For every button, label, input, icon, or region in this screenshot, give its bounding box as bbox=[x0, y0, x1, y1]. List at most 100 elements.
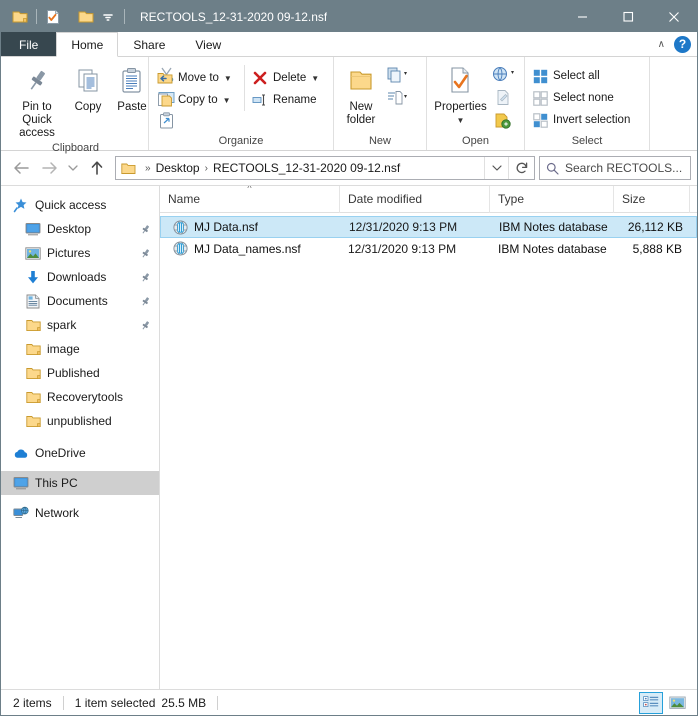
table-row[interactable]: MJ Data.nsf 12/31/2020 9:13 PM IBM Notes… bbox=[160, 216, 697, 238]
sidebar-item-published[interactable]: Published bbox=[1, 361, 159, 385]
sidebar-item-label: OneDrive bbox=[35, 446, 86, 460]
edit-icon[interactable] bbox=[489, 86, 519, 108]
breadcrumb-item-current[interactable]: RECTOOLS_12-31-2020 09-12.nsf bbox=[210, 159, 403, 177]
sidebar-item-recoverytools[interactable]: Recoverytools bbox=[1, 385, 159, 409]
folder-icon bbox=[25, 367, 41, 380]
back-button[interactable] bbox=[7, 155, 35, 181]
rename-button[interactable]: Rename bbox=[249, 89, 324, 111]
qat-divider-3 bbox=[124, 9, 125, 24]
history-icon[interactable] bbox=[489, 109, 519, 131]
chevron-down-icon[interactable]: ▼ bbox=[457, 114, 465, 127]
pin-icon[interactable] bbox=[140, 272, 151, 283]
address-box[interactable]: » Desktop › RECTOOLS_12-31-2020 09-12.ns… bbox=[115, 156, 535, 180]
tab-file[interactable]: File bbox=[1, 32, 57, 56]
sidebar-item-label: Published bbox=[47, 366, 100, 380]
file-size-cell: 26,112 KB bbox=[627, 220, 683, 234]
new-folder-button[interactable]: New folder bbox=[339, 61, 383, 127]
copy-to-icon bbox=[158, 93, 172, 107]
notes-database-icon bbox=[173, 241, 188, 256]
new-folder-label-1: New bbox=[349, 101, 373, 113]
pin-icon[interactable] bbox=[140, 320, 151, 331]
chevron-down-icon[interactable]: ▼ bbox=[223, 96, 231, 105]
tab-share[interactable]: Share bbox=[118, 32, 181, 56]
large-icons-view-button[interactable] bbox=[665, 692, 689, 714]
sidebar-item-onedrive[interactable]: OneDrive bbox=[1, 441, 159, 465]
main-area: Quick access Desktop Pictures Downloads … bbox=[1, 185, 697, 689]
sidebar-item-desktop[interactable]: Desktop bbox=[1, 217, 159, 241]
chevron-down-icon[interactable]: ▼ bbox=[311, 74, 319, 83]
up-button[interactable] bbox=[83, 155, 111, 181]
new-folder-icon[interactable] bbox=[75, 6, 97, 28]
refresh-button[interactable] bbox=[508, 157, 534, 179]
sidebar-item-downloads[interactable]: Downloads bbox=[1, 265, 159, 289]
new-item-icon[interactable] bbox=[383, 64, 413, 86]
properties-label: Properties bbox=[434, 101, 487, 113]
rename-label: Rename bbox=[273, 94, 317, 106]
column-name[interactable]: ^ Name bbox=[160, 185, 340, 213]
pictures-icon bbox=[25, 246, 41, 260]
collapse-ribbon-button[interactable]: ∧ bbox=[656, 39, 667, 50]
pin-icon[interactable] bbox=[140, 248, 151, 259]
pin-to-quick-access-label-2: access bbox=[19, 127, 55, 139]
sidebar-item-image[interactable]: image bbox=[1, 337, 159, 361]
copy-to-button[interactable]: Copy to ▼ bbox=[154, 89, 244, 111]
select-all-icon bbox=[533, 69, 548, 83]
recent-locations-button[interactable] bbox=[63, 155, 83, 181]
copy-button[interactable]: Copy bbox=[66, 61, 110, 114]
column-type[interactable]: Type bbox=[490, 185, 614, 213]
sidebar-item-unpublished[interactable]: unpublished bbox=[1, 409, 159, 433]
sidebar-item-quick-access[interactable]: Quick access bbox=[1, 193, 159, 217]
easy-access-icon[interactable] bbox=[383, 87, 413, 109]
breadcrumb-overflow[interactable]: » bbox=[144, 163, 152, 174]
minimize-button[interactable] bbox=[559, 1, 605, 32]
folder-icon bbox=[25, 319, 41, 332]
paste-button[interactable]: Paste bbox=[110, 61, 154, 114]
search-box[interactable]: Search RECTOOLS... bbox=[539, 156, 691, 180]
select-none-button[interactable]: Select none bbox=[530, 87, 635, 109]
sidebar-item-spark[interactable]: spark bbox=[1, 313, 159, 337]
properties-button[interactable]: Properties ▼ bbox=[432, 61, 489, 127]
move-to-button[interactable]: Move to ▼ bbox=[154, 67, 244, 89]
select-all-button[interactable]: Select all bbox=[530, 65, 635, 87]
table-row[interactable]: MJ Data_names.nsf 12/31/2020 9:13 PM IBM… bbox=[160, 238, 697, 259]
address-dropdown-button[interactable] bbox=[484, 157, 508, 179]
column-headers: ^ Name Date modified Type Size bbox=[160, 185, 697, 213]
select-all-label: Select all bbox=[553, 70, 600, 82]
pin-icon bbox=[22, 64, 52, 98]
sidebar-item-label: Quick access bbox=[35, 198, 107, 212]
folder-icon[interactable] bbox=[9, 6, 31, 28]
chevron-down-icon[interactable]: ▼ bbox=[224, 74, 232, 83]
properties-icon[interactable] bbox=[42, 6, 64, 28]
pin-icon[interactable] bbox=[140, 224, 151, 235]
tab-view[interactable]: View bbox=[180, 32, 237, 56]
pin-to-quick-access-button[interactable]: Pin to Quick access bbox=[8, 61, 66, 140]
sidebar-item-this-pc[interactable]: This PC bbox=[1, 471, 159, 495]
sidebar-item-pictures[interactable]: Pictures bbox=[1, 241, 159, 265]
file-name-text: MJ Data.nsf bbox=[194, 220, 259, 234]
invert-selection-label: Invert selection bbox=[553, 114, 631, 126]
folder-icon bbox=[25, 415, 41, 428]
sidebar-item-documents[interactable]: Documents bbox=[1, 289, 159, 313]
sidebar-item-network[interactable]: Network bbox=[1, 501, 159, 525]
invert-selection-button[interactable]: Invert selection bbox=[530, 109, 635, 131]
forward-button[interactable] bbox=[35, 155, 63, 181]
tab-home[interactable]: Home bbox=[56, 32, 119, 57]
delete-button[interactable]: Delete ▼ bbox=[249, 67, 324, 89]
ribbon-group-label-open: Open bbox=[462, 135, 489, 147]
chevron-down-icon[interactable] bbox=[97, 6, 119, 28]
maximize-button[interactable] bbox=[605, 1, 651, 32]
copy-to-label: Copy to bbox=[178, 94, 218, 106]
close-button[interactable] bbox=[651, 1, 697, 32]
search-input[interactable]: Search RECTOOLS... bbox=[565, 161, 682, 175]
pin-icon[interactable] bbox=[140, 296, 151, 307]
breadcrumb-item-desktop[interactable]: Desktop bbox=[153, 159, 203, 177]
help-button[interactable]: ? bbox=[674, 35, 691, 53]
chevron-right-icon[interactable]: › bbox=[204, 163, 209, 174]
organize-col-1: Move to ▼ Copy to ▼ bbox=[154, 65, 244, 111]
column-date-modified[interactable]: Date modified bbox=[340, 185, 490, 213]
open-icon[interactable] bbox=[489, 63, 519, 85]
column-size[interactable]: Size bbox=[614, 185, 690, 213]
sidebar-item-label: This PC bbox=[35, 476, 78, 490]
details-view-button[interactable] bbox=[639, 691, 663, 714]
ribbon-group-open: Properties ▼ Open bbox=[427, 57, 525, 150]
